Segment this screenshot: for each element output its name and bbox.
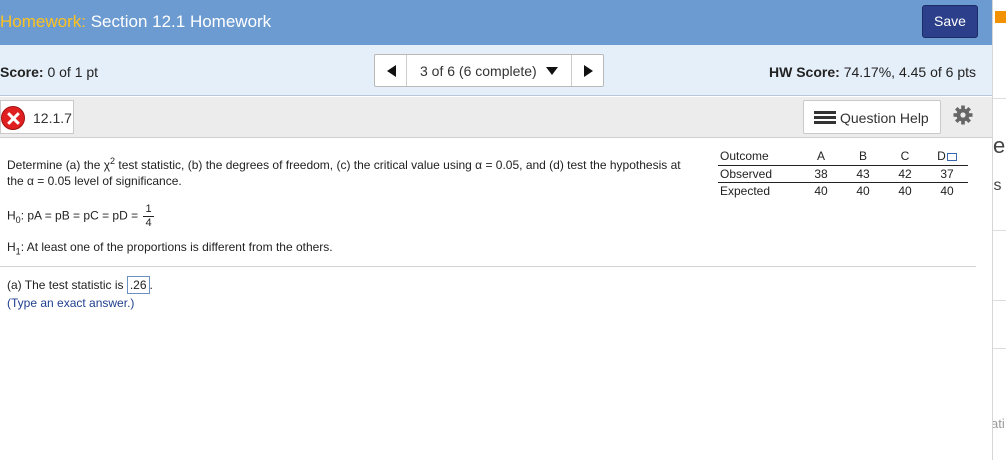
homework-title: Homework: Section 12.1 Homework <box>0 12 271 32</box>
save-button[interactable]: Save <box>922 5 978 38</box>
question-help-button[interactable]: Question Help <box>803 100 941 134</box>
h0-letter: H <box>7 208 16 223</box>
fraction-denominator: 4 <box>145 217 152 229</box>
table-cell: Expected <box>720 183 771 198</box>
homework-page: Homework: Section 12.1 Homework Save Sco… <box>0 0 992 460</box>
incorrect-x-icon <box>1 106 25 130</box>
test-statistic-answer[interactable]: .26 <box>126 276 150 294</box>
table-header-cell: B <box>842 148 884 166</box>
answer-prefix: (a) The test statistic is <box>7 278 124 292</box>
table-header-row: Outcome A B C D <box>718 148 968 166</box>
table-cell: 40 <box>940 183 954 198</box>
h0-statement: : p <box>20 208 35 223</box>
cut-off-text: ati <box>992 416 1005 431</box>
table-cell: 42 <box>884 165 926 183</box>
hw-score-value: 74.17%, 4.45 of 6 pts <box>843 64 977 80</box>
table-row: Expected 40 40 40 40 <box>718 182 968 199</box>
title-bar: Homework: Section 12.1 Homework Save <box>0 0 992 45</box>
answer-line: (a) The test statistic is .26. <box>7 276 153 294</box>
arrow-left-icon <box>387 65 396 77</box>
hw-score-label: HW Score: <box>769 64 840 80</box>
question-content: Determine (a) the χ2 test statistic, (b)… <box>0 138 992 460</box>
h0-equality: A = pB = pC = pD = <box>34 208 139 223</box>
table-cell: 43 <box>842 165 884 183</box>
caret-down-icon[interactable] <box>546 67 558 75</box>
table-header-cell: Outcome <box>718 148 800 166</box>
divider <box>993 300 1006 301</box>
table-cell: 40 <box>856 183 870 198</box>
table-cell: 37 <box>926 165 968 183</box>
question-id: 12.1.7 <box>33 110 72 126</box>
table-header-cell: A <box>800 148 842 166</box>
gear-icon[interactable] <box>953 105 973 125</box>
question-help-label: Question Help <box>840 110 929 126</box>
arrow-right-icon <box>584 65 593 77</box>
list-icon <box>814 111 836 125</box>
null-hypothesis: H0: pA = pB = pC = pD = 1 4 <box>7 203 154 230</box>
alternative-hypothesis: H1: At least one of the proportions is d… <box>7 240 333 256</box>
table-cell: 40 <box>898 183 912 198</box>
fraction-numerator: 1 <box>143 203 154 217</box>
question-bar: 12.1.7 Question Help <box>0 97 992 138</box>
answer-hint: (Type an exact answer.) <box>7 296 135 310</box>
table-cell: 40 <box>814 183 828 198</box>
section-title: Section 12.1 Homework <box>90 12 272 31</box>
score-label: Score: <box>0 64 44 80</box>
answer-suffix: . <box>149 278 153 292</box>
outcome-table: Outcome A B C D Observed 38 43 42 37 Exp… <box>718 148 968 199</box>
cut-off-text: e <box>993 133 1006 158</box>
fraction-one-fourth: 1 4 <box>143 203 154 230</box>
h1-statement: : At least one of the proportions is dif… <box>20 240 333 254</box>
previous-question-button[interactable] <box>375 55 407 86</box>
score: Score: 0 of 1 pt <box>0 64 98 80</box>
score-value: 0 of 1 pt <box>47 64 99 80</box>
table-cell: Observed <box>718 165 800 183</box>
adjacent-panel: e is ati <box>992 0 1006 460</box>
question-number-tab[interactable]: 12.1.7 <box>0 100 74 134</box>
h1-letter: H <box>7 240 16 254</box>
divider <box>993 98 1006 99</box>
problem-text-a: Determine (a) the χ <box>7 158 111 172</box>
homework-label: Homework: <box>0 12 86 31</box>
question-progress-dropdown[interactable]: 3 of 6 (6 complete) <box>420 63 537 79</box>
next-question-button[interactable] <box>571 55 603 86</box>
problem-statement: Determine (a) the χ2 test statistic, (b)… <box>7 153 687 189</box>
score-bar: Score: 0 of 1 pt 3 of 6 (6 complete) HW … <box>0 45 992 96</box>
table-row: Observed 38 43 42 37 <box>718 165 968 183</box>
copy-data-icon[interactable] <box>946 153 957 162</box>
table-header-cell-d: D <box>926 148 968 166</box>
divider <box>993 230 1006 231</box>
hw-score: HW Score: 74.17%, 4.45 of 6 pts <box>769 64 976 80</box>
orange-marker <box>995 11 1006 23</box>
table-header-d: D <box>937 149 946 164</box>
divider <box>993 348 1006 349</box>
question-navigator: 3 of 6 (6 complete) <box>374 54 604 87</box>
table-header-cell: C <box>884 148 926 166</box>
table-cell: 38 <box>800 165 842 183</box>
divider <box>0 266 976 267</box>
cut-off-text: is <box>993 177 1002 194</box>
